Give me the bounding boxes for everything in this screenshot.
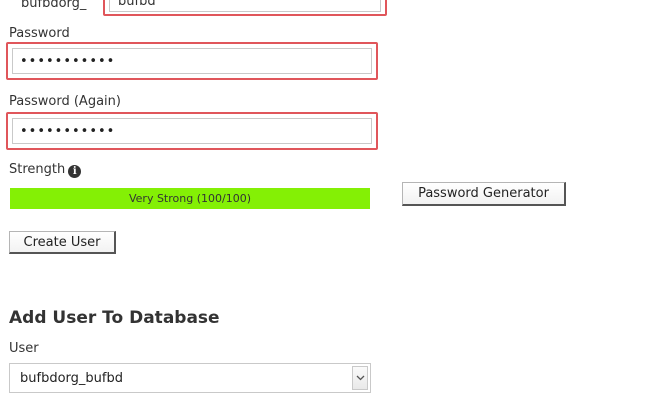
password-again-input[interactable] — [12, 118, 372, 144]
user-select[interactable]: bufbdorg_bufbd — [9, 363, 371, 393]
password-highlight — [6, 42, 378, 80]
strength-text: Very Strong (100/100) — [128, 192, 251, 205]
info-icon[interactable]: i — [68, 165, 82, 178]
password-input[interactable] — [12, 48, 372, 74]
username-input[interactable] — [109, 0, 381, 12]
strength-meter: Very Strong (100/100) — [10, 188, 370, 209]
strength-label: Strength — [9, 162, 66, 177]
username-prefix: bufbdorg_ — [21, 0, 87, 11]
password-generator-button[interactable]: Password Generator — [402, 182, 566, 206]
password-label: Password — [9, 26, 70, 41]
section-title: Add User To Database — [9, 308, 220, 328]
username-highlight — [103, 0, 387, 16]
create-user-button[interactable]: Create User — [9, 231, 116, 254]
page: bufbdorg_ Password Password (Again) Stre… — [0, 0, 650, 400]
password-again-highlight — [6, 112, 378, 150]
user-select-value: bufbdorg_bufbd — [20, 371, 123, 386]
chevron-down-glyph — [356, 375, 364, 381]
strength-label-row: Strength i — [9, 162, 82, 178]
chevron-down-icon[interactable] — [352, 366, 368, 390]
password-again-label: Password (Again) — [9, 94, 121, 109]
user-label: User — [9, 341, 39, 356]
